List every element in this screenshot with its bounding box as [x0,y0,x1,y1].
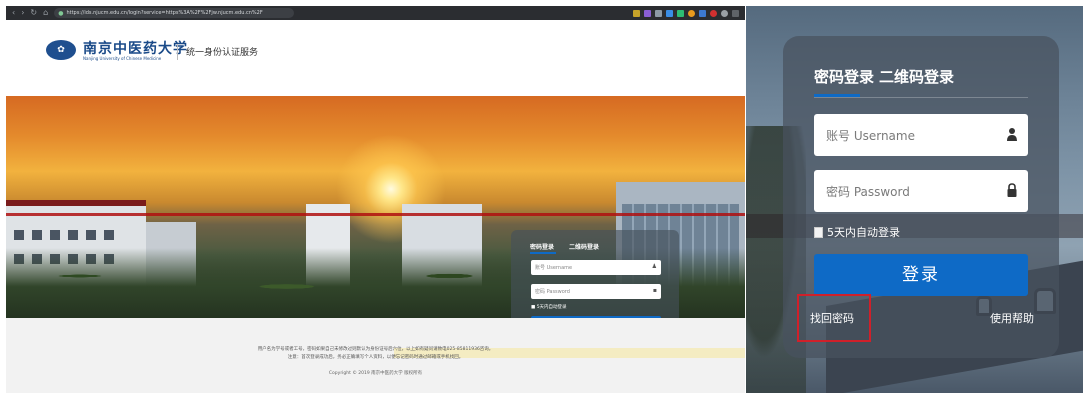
username-placeholder: 账号 Username [535,265,573,271]
username-input[interactable]: 账号 Username [814,114,1028,156]
tab-qrcode-login[interactable]: 二维码登录 [569,242,599,251]
user-icon: ♟ [651,263,657,270]
login-button[interactable]: 登录 [814,254,1028,296]
password-placeholder: 密码 Password [826,185,910,199]
extension-icon[interactable] [677,9,684,17]
user-icon [1007,128,1017,141]
extension-icon[interactable] [633,9,640,17]
address-bar[interactable]: ● https://ids.njucm.edu.cn/login?service… [54,8,295,18]
download-icon[interactable] [732,9,739,17]
zoomed-login-view: 密码登录 二维码登录 账号 Username 密码 Password 5天内自动… [746,6,1083,393]
service-title: 统一身份认证服务 [186,48,259,58]
extension-icon[interactable] [710,9,717,17]
back-icon[interactable]: ‹ [12,6,15,20]
forgot-password-link[interactable]: 找回密码 [810,310,854,326]
login-card: 密码登录 二维码登录 账号 Username ♟ 密码 Password ▪ ■… [511,230,679,318]
password-placeholder: 密码 Password [535,289,570,295]
tab-password-login[interactable]: 密码登录 [814,66,874,87]
extension-icon[interactable] [644,9,651,17]
footer-notice: 注意：首次登录成功后，务必正确填写个人资料，以便忘记密码时通过邮箱或手机找回。 [287,355,464,360]
lock-icon: ● [58,9,64,17]
page-footer: 用户名为学号或者工号，密码如果自己未修改过则默认为身份证号后六位，以上如有疑问请… [6,318,745,393]
render-artifact-line [6,213,745,216]
home-icon[interactable]: ⌂ [43,6,48,20]
browser-toolbar: ‹ › ↻ ⌂ ● https://ids.njucm.edu.cn/login… [6,6,745,20]
site-header: ✿ 南京中医药大学 Nanjing University of Chinese … [6,20,745,96]
checkbox-box[interactable] [814,226,823,238]
tab-password-login[interactable]: 密码登录 [530,242,554,251]
remember-me-label: 5天内自动登录 [827,226,900,239]
password-input[interactable]: 密码 Password [814,170,1028,212]
footer-notice: 用户名为学号或者工号，密码如果自己未修改过则默认为身份证号后六位，以上如有疑问请… [257,347,494,352]
forward-icon[interactable]: › [21,6,24,20]
remember-me-label: 5天内自动登录 [536,305,567,310]
extension-icon[interactable] [699,9,706,17]
browser-window: ‹ › ↻ ⌂ ● https://ids.njucm.edu.cn/login… [6,6,745,393]
help-link[interactable]: 使用帮助 [990,310,1034,326]
login-card-zoomed: 密码登录 二维码登录 账号 Username 密码 Password 5天内自动… [783,36,1059,358]
password-input[interactable]: 密码 Password ▪ [531,284,661,299]
campus-banner: 密码登录 二维码登录 账号 Username ♟ 密码 Password ▪ ■… [6,96,745,318]
university-name-en: Nanjing University of Chinese Medicine [83,56,162,61]
reload-icon[interactable]: ↻ [30,6,37,20]
username-input[interactable]: 账号 Username ♟ [531,260,661,275]
tab-divider [814,97,1028,98]
university-name: 南京中医药大学 [83,41,188,57]
remember-me-checkbox[interactable]: ■ 5天内自动登录 [531,304,567,310]
extension-icon[interactable] [655,9,662,17]
extension-icon[interactable] [688,9,695,17]
extension-icon[interactable] [666,9,673,17]
header-divider [177,44,178,60]
url-text: https://ids.njucm.edu.cn/login?service=h… [66,10,263,16]
copyright-text: Copyright © 2019 南京中医药大学 版权所有 [328,371,423,376]
lock-icon [1007,183,1017,197]
remember-me-checkbox[interactable]: 5天内自动登录 [814,224,900,240]
active-tab-underline [530,252,556,254]
profile-icon[interactable] [721,9,728,17]
lock-icon: ▪ [652,287,657,294]
university-seal-icon: ✿ [46,40,76,60]
screenshot-root: ‹ › ↻ ⌂ ● https://ids.njucm.edu.cn/login… [0,0,1089,397]
tab-qrcode-login[interactable]: 二维码登录 [879,66,954,87]
username-placeholder: 账号 Username [826,129,915,143]
extension-bar [633,9,739,17]
